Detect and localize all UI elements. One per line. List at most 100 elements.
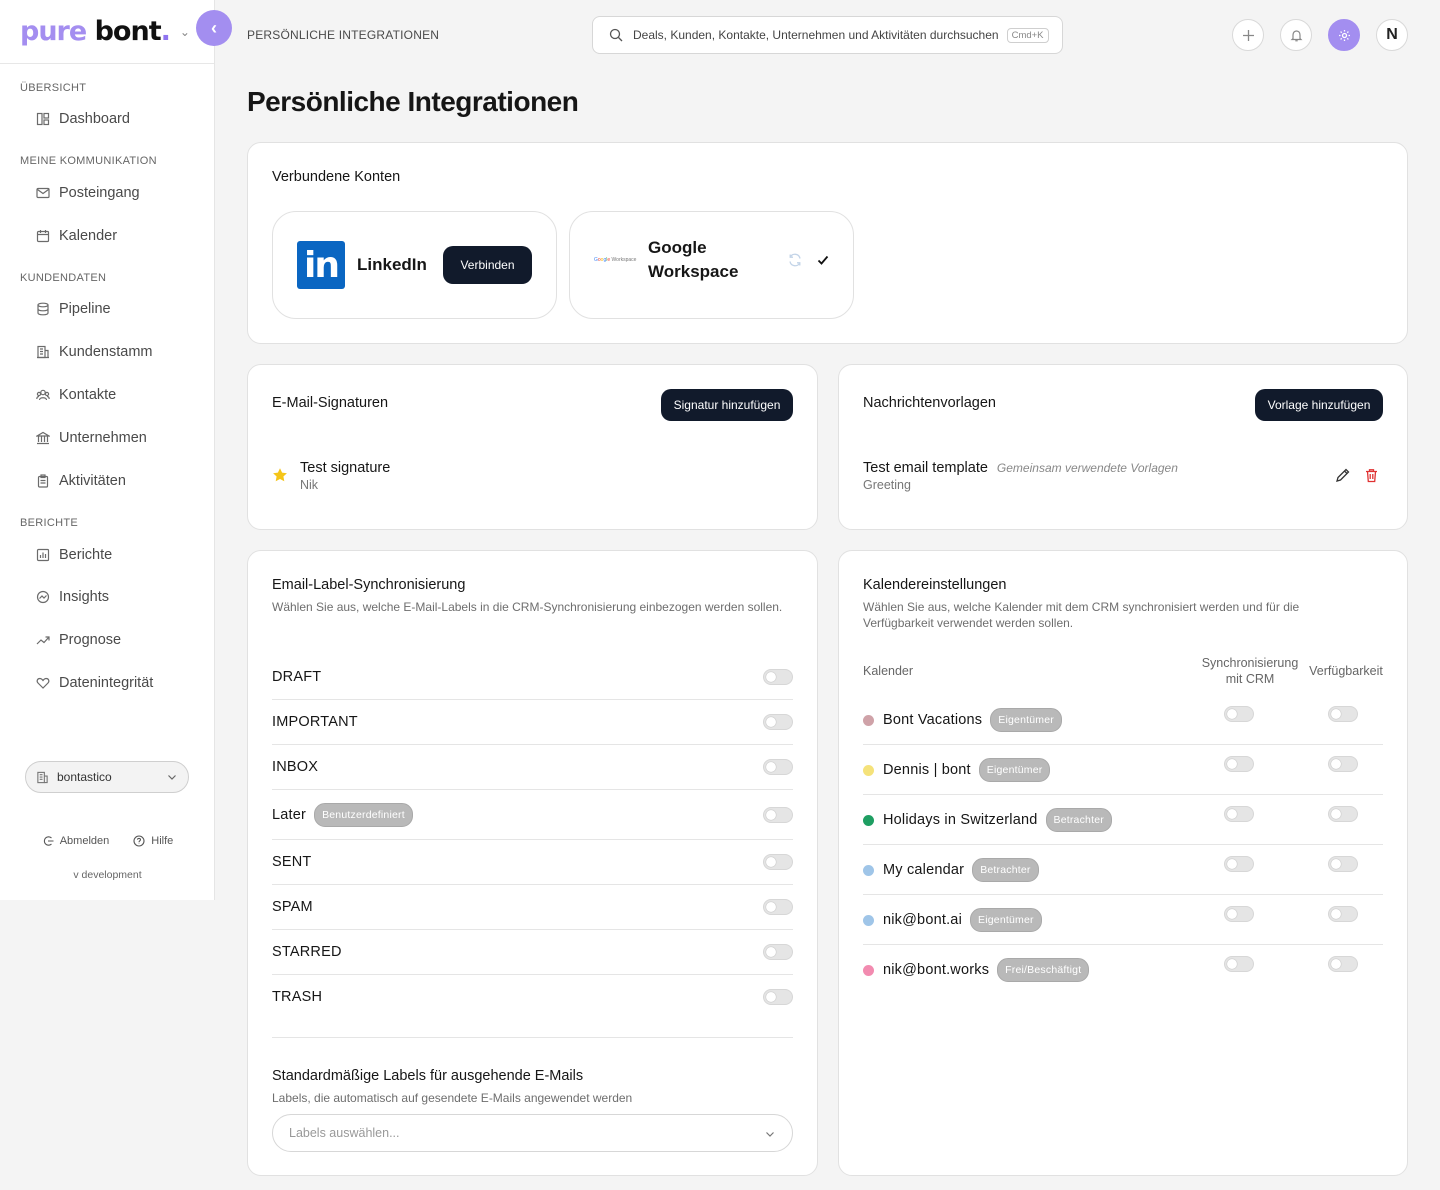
calendar-role-badge: Eigentümer: [970, 908, 1042, 932]
calendar-sync-toggle[interactable]: [1224, 856, 1254, 872]
logo-dot: .: [160, 16, 171, 47]
mail-icon: [36, 186, 50, 200]
help-link[interactable]: Hilfe: [133, 835, 173, 847]
google-workspace-logo: Google Workspace: [594, 257, 637, 263]
label-text: IMPORTANT: [272, 714, 358, 730]
label-sync-toggle[interactable]: [763, 944, 793, 960]
calendar-sync-toggle[interactable]: [1224, 906, 1254, 922]
calendar-color-dot: [863, 814, 874, 826]
label-row-sent: SENT: [272, 840, 793, 885]
calendar-sync-toggle[interactable]: [1224, 806, 1254, 822]
add-button[interactable]: [1232, 19, 1264, 51]
avatar[interactable]: N: [1376, 19, 1408, 51]
calendar-color-dot: [863, 914, 874, 926]
sidebar-item-label: Dashboard: [59, 111, 130, 127]
template-subject: Greeting: [863, 478, 911, 492]
help-label: Hilfe: [151, 835, 174, 847]
label-sync-toggle[interactable]: [763, 899, 793, 915]
calendar-availability-toggle[interactable]: [1328, 706, 1358, 722]
sidebar-item-label: Kundenstamm: [59, 344, 153, 360]
collapse-sidebar-button[interactable]: ‹: [196, 10, 232, 46]
linkedin-account: in LinkedIn Verbinden: [272, 211, 557, 319]
calendar-label: Dennis | bont: [883, 762, 971, 778]
connect-linkedin-button[interactable]: Verbinden: [443, 246, 532, 284]
message-templates-title: Nachrichtenvorlagen: [863, 395, 996, 411]
calendar-color-dot: [863, 714, 874, 726]
sidebar-item-label: Unternehmen: [59, 430, 147, 446]
outgoing-labels-placeholder: Labels auswählen...: [289, 1126, 400, 1140]
label-sync-toggle[interactable]: [763, 669, 793, 685]
search-input[interactable]: Deals, Kunden, Kontakte, Unternehmen und…: [592, 16, 1063, 54]
calendar-row: Holidays in Switzerland Betrachter: [863, 795, 1383, 845]
label-sync-toggle[interactable]: [763, 854, 793, 870]
sidebar-item-dashboard[interactable]: Dashboard: [36, 108, 130, 130]
sidebar-item-reports[interactable]: Berichte: [36, 544, 112, 566]
pencil-icon[interactable]: [1335, 467, 1351, 483]
calendar-sync-toggle[interactable]: [1224, 956, 1254, 972]
add-template-button[interactable]: Vorlage hinzufügen: [1255, 389, 1383, 421]
add-signature-button[interactable]: Signatur hinzufügen: [661, 389, 793, 421]
gear-icon: [1338, 29, 1350, 41]
trash-icon[interactable]: [1364, 468, 1379, 483]
building-icon: [36, 771, 49, 784]
calendar-availability-toggle[interactable]: [1328, 756, 1358, 772]
label-row-inbox: INBOX: [272, 745, 793, 790]
logout-label: Abmelden: [59, 835, 110, 847]
calendar-availability-toggle[interactable]: [1328, 806, 1358, 822]
breadcrumb: PERSÖNLICHE INTEGRATIONEN: [247, 28, 440, 42]
outgoing-labels-select[interactable]: Labels auswählen...: [272, 1114, 793, 1152]
label-name: INBOX: [272, 759, 318, 775]
calendar-sync-toggle[interactable]: [1224, 756, 1254, 772]
notifications-button[interactable]: [1280, 19, 1312, 51]
label-sync-toggle[interactable]: [763, 989, 793, 1005]
chevron-down-icon[interactable]: ⌄: [180, 25, 190, 39]
calendar-label: Holidays in Switzerland: [883, 812, 1038, 828]
calendar-role-badge: Eigentümer: [978, 758, 1051, 782]
calendar-availability-toggle[interactable]: [1328, 906, 1358, 922]
sidebar-item-inbox[interactable]: Posteingang: [36, 182, 140, 204]
organization-name: bontastico: [57, 770, 112, 784]
calendar-name: My calendar Betrachter: [863, 858, 1039, 882]
settings-button[interactable]: [1328, 19, 1360, 51]
sidebar-item-data-integrity[interactable]: Datenintegrität: [36, 672, 153, 694]
label-name: SPAM: [272, 899, 313, 915]
label-sync-toggle[interactable]: [763, 759, 793, 775]
calendar-availability-toggle[interactable]: [1328, 956, 1358, 972]
calendar-sync-toggle[interactable]: [1224, 706, 1254, 722]
logo-pure: pure: [20, 16, 87, 47]
sidebar-item-pipeline[interactable]: Pipeline: [36, 298, 111, 320]
sidebar-item-insights[interactable]: Insights: [36, 586, 109, 608]
signature-name[interactable]: Test signature: [300, 460, 390, 476]
connected-accounts-card: Verbundene Konten in LinkedIn Verbinden …: [247, 142, 1408, 344]
sidebar-item-contacts[interactable]: Kontakte: [36, 384, 116, 406]
template-row-title[interactable]: Test email template Gemeinsam verwendete…: [863, 460, 1178, 476]
search-icon: [609, 28, 623, 42]
logo-row: pure bont. ⌄: [0, 0, 214, 64]
star-icon[interactable]: [272, 467, 288, 483]
label-sync-toggle[interactable]: [763, 714, 793, 730]
logout-link[interactable]: Abmelden: [42, 835, 110, 847]
help-icon: [133, 835, 145, 847]
check-icon: [817, 255, 829, 265]
section-divider: [272, 1037, 793, 1038]
calendar-availability-toggle[interactable]: [1328, 856, 1358, 872]
calendar-role-badge: Frei/Beschäftigt: [997, 958, 1090, 982]
sidebar-item-forecast[interactable]: Prognose: [36, 629, 121, 651]
sidebar-item-customers[interactable]: Kundenstamm: [36, 341, 153, 363]
calendar-label: Bont Vacations: [883, 712, 983, 728]
label-name: Later Benutzerdefiniert: [272, 803, 413, 827]
organization-select[interactable]: bontastico: [25, 761, 189, 793]
sidebar: pure bont. ⌄ ÜBERSICHT Dashboard MEINE K…: [0, 0, 215, 900]
heart-icon: [36, 676, 50, 690]
sidebar-item-calendar[interactable]: Kalender: [36, 225, 117, 247]
sync-icon[interactable]: [787, 252, 803, 268]
trend-icon: [36, 633, 50, 647]
label-sync-toggle[interactable]: [763, 807, 793, 823]
column-header-sync-line2: mit CRM: [1225, 672, 1275, 686]
label-name: SENT: [272, 854, 311, 870]
sidebar-item-activities[interactable]: Aktivitäten: [36, 470, 126, 492]
outgoing-labels-title: Standardmäßige Labels für ausgehende E-M…: [272, 1068, 584, 1084]
sidebar-item-companies[interactable]: Unternehmen: [36, 427, 147, 449]
bank-icon: [36, 431, 50, 445]
logo[interactable]: pure bont.: [20, 16, 171, 47]
